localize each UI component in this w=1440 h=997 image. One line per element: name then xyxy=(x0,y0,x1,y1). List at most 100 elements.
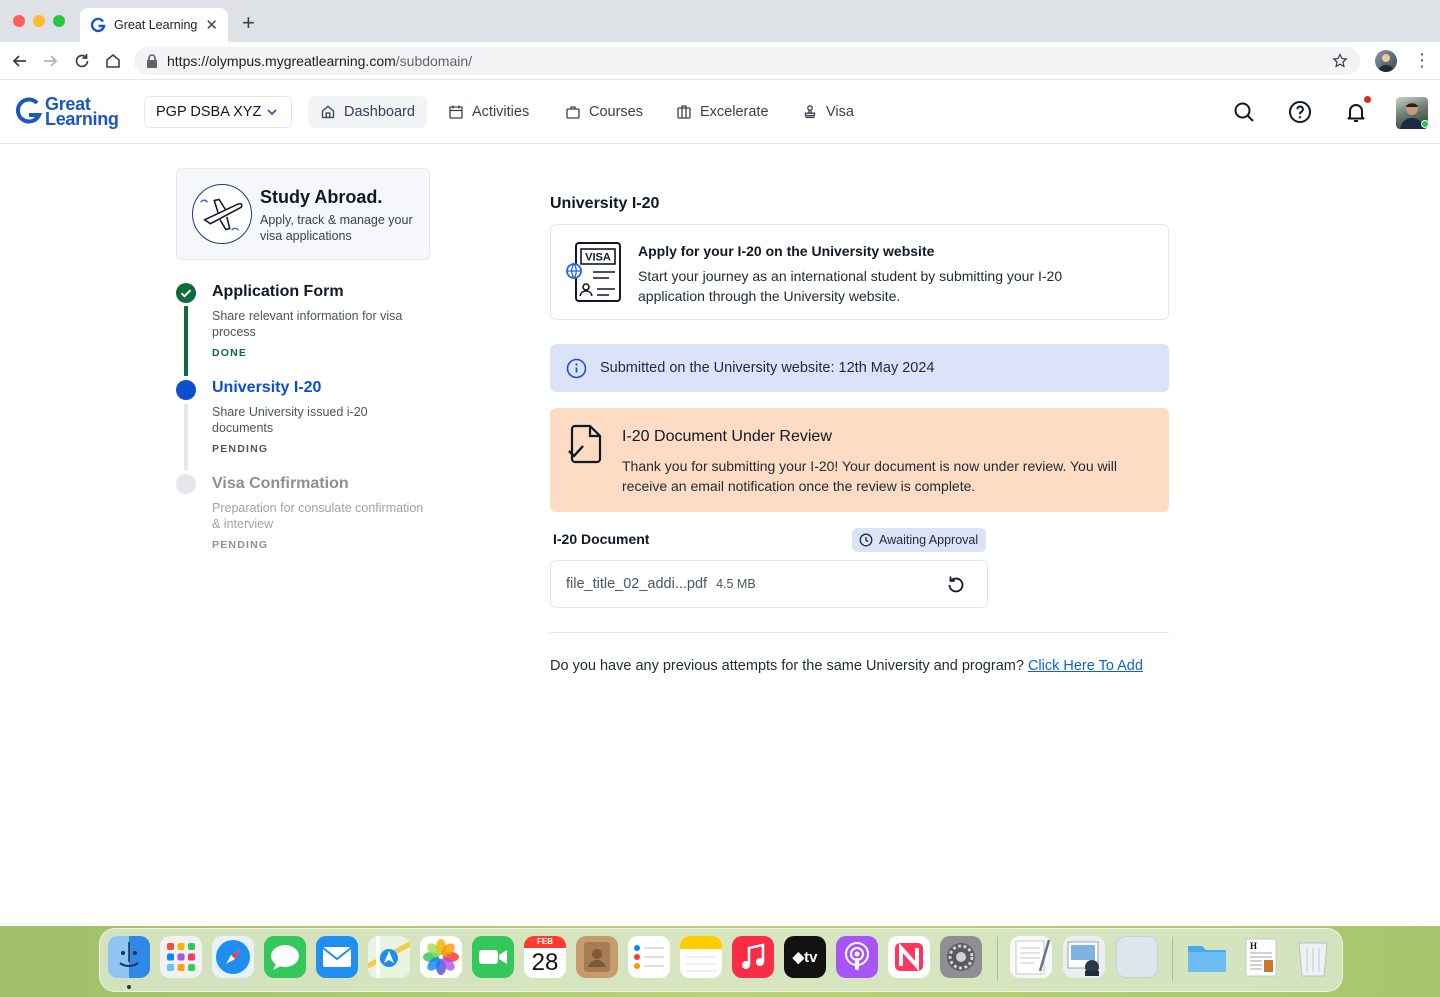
maximize-window-button[interactable] xyxy=(53,15,65,27)
notification-bell-icon[interactable] xyxy=(1344,100,1368,124)
study-abroad-title: Study Abroad. xyxy=(260,187,383,207)
apply-title: Apply for your I-20 on the University we… xyxy=(638,243,935,259)
airplane-icon xyxy=(192,184,252,244)
running-indicator xyxy=(127,985,131,989)
back-icon[interactable] xyxy=(10,51,30,71)
nav-dashboard[interactable]: Dashboard xyxy=(308,96,427,128)
stamp-icon xyxy=(804,105,816,119)
app-header: Great Learning PGP DSBA XYZ Dashboard Ac… xyxy=(0,80,1440,144)
great-learning-logo[interactable]: Great Learning xyxy=(15,95,119,129)
study-abroad-subtitle: Apply, track & manage your visa applicat… xyxy=(260,213,413,243)
calendar-icon xyxy=(449,105,463,119)
bookmark-star-icon[interactable] xyxy=(1332,53,1348,69)
file-size: 4.5 MB xyxy=(716,577,756,591)
document-label: I-20 Document xyxy=(553,531,650,547)
calendar-app-icon[interactable]: FEB 28 xyxy=(524,936,566,978)
svg-text:H: H xyxy=(1250,941,1257,951)
address-bar[interactable]: https://olympus.mygreatlearning.com/subd… xyxy=(134,47,1360,75)
news-icon[interactable] xyxy=(888,936,930,978)
nav-courses[interactable]: Courses xyxy=(553,96,655,128)
nav-label: Dashboard xyxy=(344,104,415,120)
notes-icon[interactable] xyxy=(680,936,722,978)
reload-icon[interactable] xyxy=(72,51,92,71)
system-settings-icon[interactable] xyxy=(940,936,982,978)
trash-icon[interactable] xyxy=(1292,936,1334,978)
reupload-icon[interactable] xyxy=(945,574,967,596)
step-done-check-icon xyxy=(176,283,196,303)
launchpad-icon[interactable] xyxy=(160,936,202,978)
logo-text: Great Learning xyxy=(45,94,119,129)
nav-activities[interactable]: Activities xyxy=(436,96,541,128)
program-name: PGP DSBA XYZ xyxy=(156,104,262,120)
home-icon xyxy=(321,105,335,119)
step-status-pending: PENDING xyxy=(212,539,269,551)
document-check-icon xyxy=(568,424,602,464)
browser-tab[interactable]: Great Learning ✕ xyxy=(80,8,228,42)
nav-excelerate[interactable]: Excelerate xyxy=(664,96,781,128)
program-selector[interactable]: PGP DSBA XYZ xyxy=(144,96,292,128)
nav-label: Courses xyxy=(589,104,643,120)
maps-icon[interactable] xyxy=(368,936,410,978)
tab-title: Great Learning xyxy=(114,18,198,32)
document-file-icon[interactable]: H xyxy=(1240,936,1282,978)
dock-separator xyxy=(1172,937,1173,981)
textedit-icon[interactable] xyxy=(1010,936,1052,978)
nav-visa[interactable]: Visa xyxy=(790,96,866,128)
apply-university-card[interactable]: VISA Apply for your I-20 on the Universi… xyxy=(550,224,1169,320)
add-previous-attempt-link[interactable]: Click Here To Add xyxy=(1028,658,1143,674)
messages-icon[interactable] xyxy=(264,936,306,978)
review-status-card: I-20 Document Under Review Thank you for… xyxy=(550,408,1169,512)
facetime-icon[interactable] xyxy=(472,936,514,978)
browser-toolbar: https://olympus.mygreatlearning.com/subd… xyxy=(0,42,1440,80)
home-page-icon[interactable] xyxy=(103,51,123,71)
mail-icon[interactable] xyxy=(316,936,358,978)
step-active-dot-icon xyxy=(176,380,196,400)
folder-icon[interactable] xyxy=(1186,936,1228,978)
browser-profile-avatar[interactable] xyxy=(1375,50,1397,72)
submitted-info-banner: Submitted on the University website: 12t… xyxy=(550,344,1169,392)
reminders-icon[interactable] xyxy=(628,936,670,978)
apple-tv-icon[interactable]: ◆tv xyxy=(784,936,826,978)
review-title: I-20 Document Under Review xyxy=(622,428,832,445)
music-icon[interactable] xyxy=(732,936,774,978)
clock-icon xyxy=(859,533,873,547)
browser-tab-bar: Great Learning ✕ + xyxy=(0,0,1440,42)
blank-app-icon[interactable] xyxy=(1116,936,1158,978)
nav-label: Activities xyxy=(472,104,530,120)
search-icon[interactable] xyxy=(1232,100,1256,124)
study-abroad-card: Study Abroad. Apply, track & manage your… xyxy=(176,168,430,260)
contacts-icon[interactable] xyxy=(576,936,618,978)
lock-icon xyxy=(147,54,157,68)
help-icon[interactable] xyxy=(1288,100,1312,124)
uploaded-file-row[interactable]: file_title_02_addi...pdf 4.5 MB xyxy=(550,560,988,608)
chevron-down-icon xyxy=(267,109,277,116)
photos-icon[interactable] xyxy=(420,936,462,978)
step-title-application-form[interactable]: Application Form xyxy=(212,283,344,301)
info-icon xyxy=(566,358,587,378)
logo-g-icon xyxy=(15,97,43,124)
forward-icon[interactable] xyxy=(40,51,60,71)
dock-separator xyxy=(997,937,998,981)
step-title-visa-confirmation[interactable]: Visa Confirmation xyxy=(212,475,349,493)
step-title-university-i20[interactable]: University I-20 xyxy=(212,379,321,397)
status-badge: Awaiting Approval xyxy=(852,528,987,552)
tab-close-icon[interactable]: ✕ xyxy=(205,16,218,34)
step-status-done: DONE xyxy=(212,347,248,359)
minimize-window-button[interactable] xyxy=(33,15,45,27)
step-status-pending: PENDING xyxy=(212,443,269,455)
review-description: Thank you for submitting your I-20! Your… xyxy=(622,458,1117,494)
new-tab-button[interactable]: + xyxy=(242,12,255,34)
podcasts-icon[interactable] xyxy=(836,936,878,978)
finder-icon[interactable] xyxy=(108,936,150,978)
close-window-button[interactable] xyxy=(13,15,25,27)
section-title: University I-20 xyxy=(550,195,660,212)
url-path: /subdomain/ xyxy=(395,53,473,69)
status-badge-label: Awaiting Approval xyxy=(879,533,979,547)
browser-menu-icon[interactable]: ⋮ xyxy=(1413,51,1431,71)
step-pending-dot-icon xyxy=(176,474,196,494)
preview-icon[interactable] xyxy=(1063,936,1105,978)
safari-icon[interactable] xyxy=(212,936,254,978)
nav-label: Visa xyxy=(826,104,854,120)
calendar-month: FEB xyxy=(524,936,566,948)
online-status-dot xyxy=(1421,120,1429,128)
